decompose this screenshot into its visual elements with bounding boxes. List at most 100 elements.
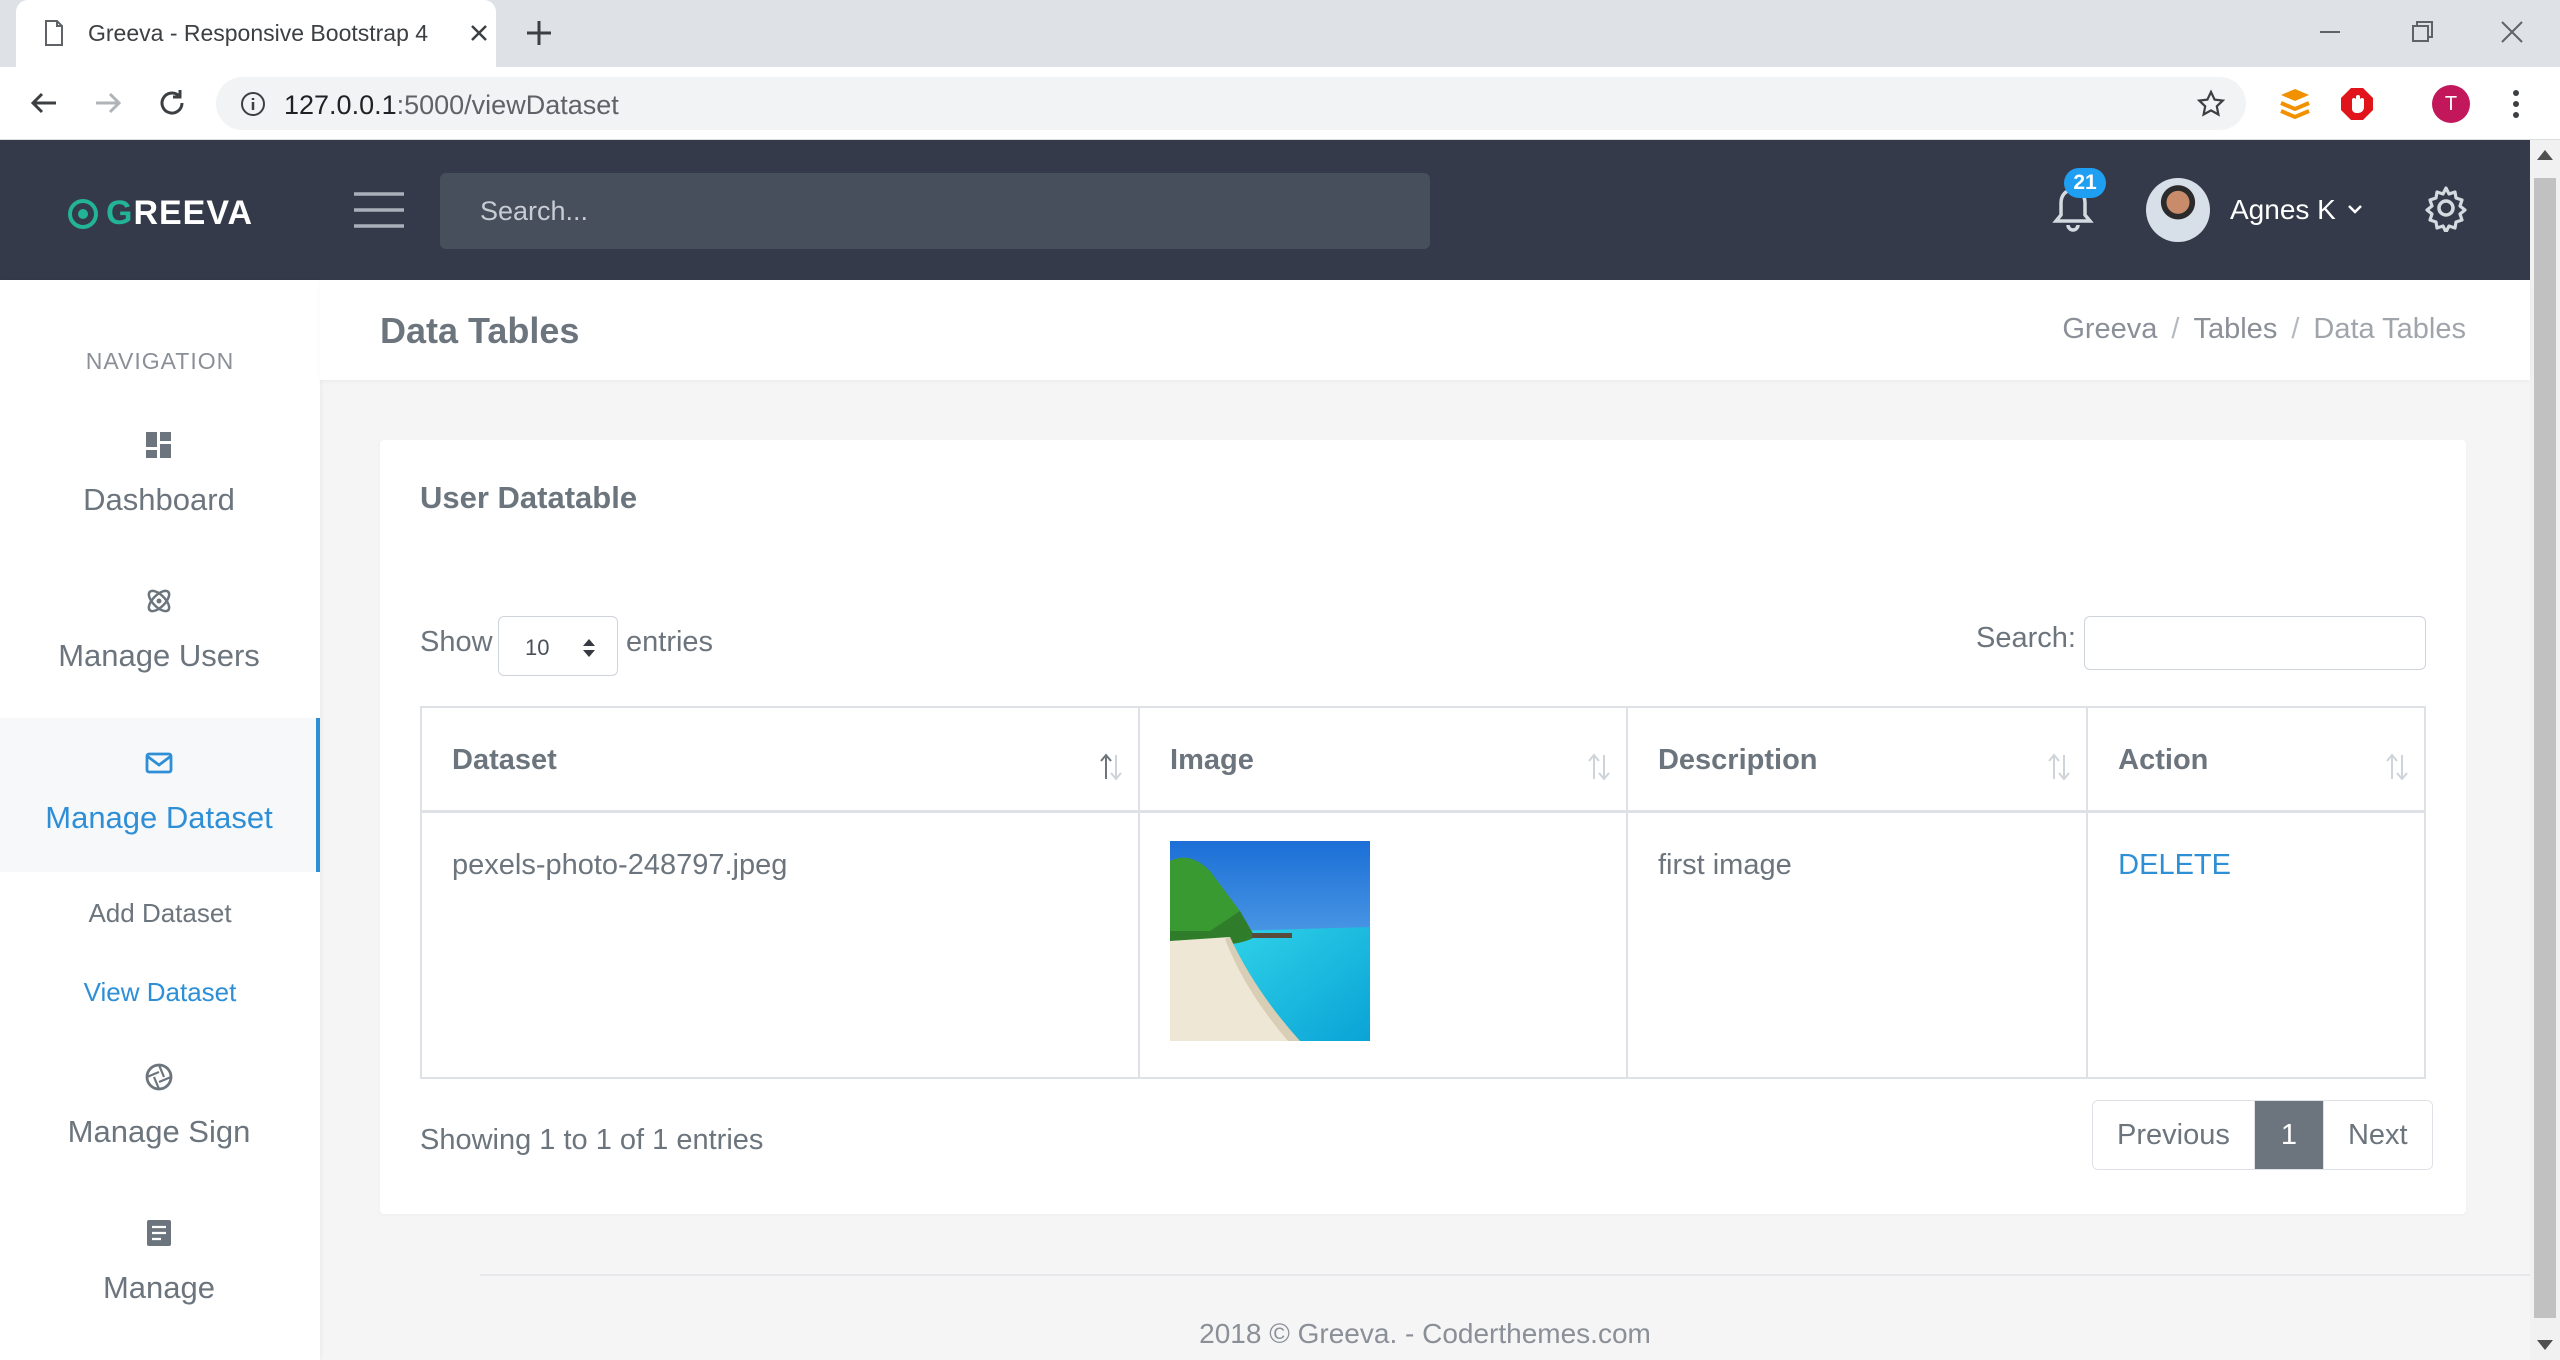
logo-first-letter: G: [106, 194, 134, 232]
settings-gear-icon[interactable]: [2422, 184, 2470, 232]
cell-description: first image: [1625, 810, 2089, 1079]
adblock-extension-icon[interactable]: [2340, 87, 2374, 121]
profile-avatar[interactable]: T: [2432, 85, 2470, 123]
cell-image: [1138, 810, 1628, 1079]
select-arrows-icon: [583, 639, 595, 657]
breadcrumb-current: Data Tables: [2313, 313, 2466, 345]
reload-icon[interactable]: [150, 81, 194, 125]
sidebar-item-dashboard[interactable]: Dashboard: [0, 400, 320, 554]
url-text: 127.0.0.1:5000/viewDataset: [284, 90, 619, 121]
close-tab-icon[interactable]: [464, 18, 494, 48]
chevron-down-icon[interactable]: [2346, 202, 2364, 216]
info-icon[interactable]: [240, 91, 266, 117]
show-label: Show: [420, 626, 493, 658]
scrollbar-thumb[interactable]: [2534, 178, 2556, 1318]
column-label: Action: [2118, 744, 2209, 776]
footer-text: 2018 © Greeva. - Coderthemes.com: [1199, 1318, 1651, 1349]
logo-text: GREEVA: [106, 194, 253, 233]
notification-badge: 21: [2064, 168, 2106, 198]
browser-tabstrip: Greeva - Responsive Bootstrap 4: [0, 0, 2560, 67]
card-title: User Datatable: [420, 480, 638, 515]
sort-icon[interactable]: [1586, 752, 1612, 782]
column-header-image[interactable]: Image: [1138, 706, 1628, 813]
document-icon: [147, 1220, 171, 1246]
address-bar[interactable]: 127.0.0.1:5000/viewDataset: [216, 77, 2246, 130]
sidebar-item-label: Manage Users: [58, 638, 260, 673]
cell-dataset: pexels-photo-248797.jpeg: [419, 810, 1141, 1079]
sidebar-item-label: Dashboard: [83, 482, 235, 517]
table-row: pexels-photo-248797.jpeg first image DEL…: [419, 810, 2426, 1079]
cell-action: DELETE: [2086, 810, 2426, 1079]
url-path: :5000/viewDataset: [396, 90, 619, 120]
table-search-input[interactable]: [2084, 616, 2426, 670]
layers-extension-icon[interactable]: [2278, 87, 2312, 121]
aperture-icon: [145, 1063, 173, 1091]
sidebar-item-manage-users[interactable]: Manage Users: [0, 556, 320, 710]
sidebar-item-label: Manage Dataset: [45, 800, 273, 835]
browser-tab[interactable]: Greeva - Responsive Bootstrap 4: [16, 0, 496, 67]
bookmark-star-icon[interactable]: [2196, 89, 2226, 119]
entries-label: entries: [626, 626, 714, 658]
pagination-previous[interactable]: Previous: [2093, 1101, 2255, 1169]
browser-toolbar: 127.0.0.1:5000/viewDataset T: [0, 67, 2560, 140]
new-tab-icon[interactable]: [522, 16, 556, 50]
page-length-value: 10: [525, 635, 550, 660]
breadcrumb: Greeva / Tables / Data Tables: [2062, 313, 2466, 346]
app-logo[interactable]: GREEVA: [66, 194, 253, 233]
breadcrumb-separator: /: [2171, 313, 2180, 345]
app-topbar: GREEVA 21 Agnes K: [0, 140, 2530, 280]
back-icon[interactable]: [22, 81, 66, 125]
sidebar-item-manage-sign[interactable]: Manage Sign: [0, 1032, 320, 1186]
restore-icon[interactable]: [2400, 10, 2444, 54]
sidebar-item-manage-dataset[interactable]: Manage Dataset: [0, 718, 320, 872]
user-name[interactable]: Agnes K: [2230, 194, 2336, 226]
data-table: Dataset Image Description Action pexels-…: [419, 706, 2426, 1079]
table-header-row: Dataset Image Description Action: [419, 706, 2426, 813]
sidebar-item-manage[interactable]: Manage: [0, 1188, 320, 1342]
breadcrumb-tables[interactable]: Tables: [2193, 313, 2277, 346]
scroll-up-arrow[interactable]: [2537, 150, 2553, 160]
breadcrumb-greeva[interactable]: Greeva: [2062, 313, 2157, 346]
menu-toggle-icon[interactable]: [352, 190, 406, 230]
pagination-next[interactable]: Next: [2323, 1101, 2432, 1169]
column-header-dataset[interactable]: Dataset: [419, 706, 1141, 813]
sort-icon[interactable]: [2384, 752, 2410, 782]
forward-icon[interactable]: [86, 81, 130, 125]
breadcrumb-separator: /: [2291, 313, 2300, 345]
url-host: 127.0.0.1: [284, 90, 397, 120]
document-icon: [45, 20, 63, 46]
pagination-page-1[interactable]: 1: [2254, 1101, 2324, 1169]
column-header-action[interactable]: Action: [2086, 706, 2426, 813]
browser-menu-icon[interactable]: [2498, 85, 2534, 123]
page-length-select[interactable]: 10: [498, 616, 618, 676]
sort-icon[interactable]: [2046, 752, 2072, 782]
sidebar-subitem-add-dataset[interactable]: Add Dataset: [0, 898, 320, 929]
page-scrollbar[interactable]: [2530, 140, 2560, 1360]
column-label: Description: [1657, 744, 1818, 776]
sidebar: NAVIGATION Dashboard Manage Users Manage…: [0, 280, 320, 1360]
sidebar-subitem-view-dataset[interactable]: View Dataset: [0, 977, 320, 1008]
page-header: Data Tables Greeva / Tables / Data Table…: [320, 280, 2530, 380]
column-header-description[interactable]: Description: [1625, 706, 2089, 813]
scroll-down-arrow[interactable]: [2537, 1340, 2553, 1350]
close-window-icon[interactable]: [2490, 10, 2534, 54]
beach-thumbnail-image: [1170, 840, 1371, 1041]
user-avatar[interactable]: [2146, 178, 2210, 242]
minimize-icon[interactable]: [2308, 10, 2352, 54]
sidebar-item-label: Manage Sign: [67, 1114, 251, 1149]
table-info: Showing 1 to 1 of 1 entries: [420, 1124, 764, 1156]
delete-link[interactable]: DELETE: [2118, 849, 2231, 881]
top-search-input[interactable]: [440, 173, 1430, 249]
tab-title: Greeva - Responsive Bootstrap 4: [88, 20, 428, 46]
sidebar-item-label: Manage: [102, 1270, 216, 1305]
datatable-card: User Datatable Show 10 entries Search: D…: [380, 440, 2466, 1214]
footer-divider: [480, 1274, 2530, 1276]
atom-icon: [147, 589, 171, 613]
envelope-icon: [145, 752, 173, 774]
column-label: Dataset: [452, 744, 557, 776]
sort-ascending-icon[interactable]: [1098, 752, 1124, 782]
pagination: Previous 1 Next: [2092, 1100, 2433, 1170]
logo-power-icon: [68, 198, 98, 229]
nav-section-title: NAVIGATION: [85, 348, 235, 374]
dashboard-icon: [146, 432, 171, 458]
